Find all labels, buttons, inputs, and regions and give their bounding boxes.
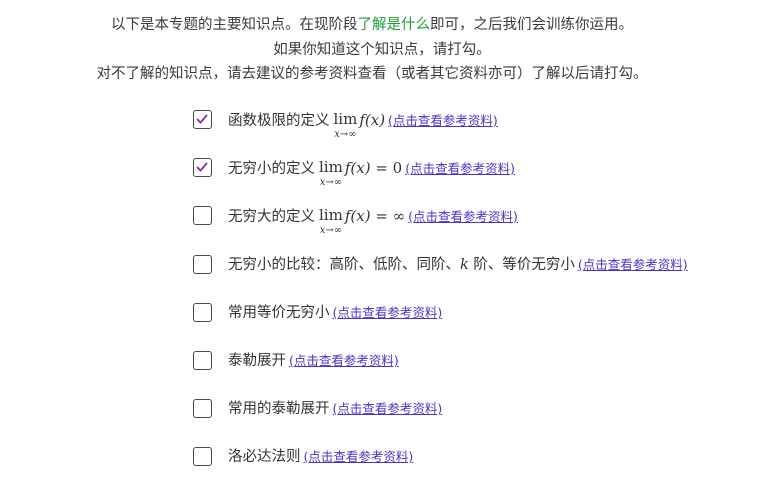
checkbox-taylor-expansion[interactable]: [193, 351, 212, 370]
intro-line-2: 如果你知道这个知识点，请打勾。: [273, 41, 491, 58]
intro-line-1-after: 即可，之后我们会训练你运用。: [430, 17, 633, 33]
checkbox-common-taylor-expansion[interactable]: [193, 399, 212, 418]
intro-line-1-before: 以下是本专题的主要知识点。在现阶段: [111, 17, 358, 33]
intro-line-3: 对不了解的知识点，请去建议的参考资料查看（或者其它资料亦可）了解以后请打勾。: [96, 66, 648, 82]
lim-subscript: x→∞: [334, 129, 357, 140]
reference-link[interactable]: (点击查看参考资料): [578, 257, 688, 272]
item-label-k: k: [460, 257, 469, 273]
checkbox-lhopital-rule[interactable]: [193, 447, 212, 466]
item-label: 函数极限的定义: [228, 113, 330, 129]
intro-text: 以下是本专题的主要知识点。在现阶段了解是什么即可，之后我们会训练你运用。 如果你…: [0, 13, 764, 87]
intro-line-1: 以下是本专题的主要知识点。在现阶段了解是什么即可，之后我们会训练你运用。: [0, 13, 764, 38]
lim-subscript: x→∞: [319, 225, 343, 236]
reference-link[interactable]: (点击查看参考资料): [289, 353, 399, 368]
checkbox-infinitesimal-definition[interactable]: [193, 158, 212, 177]
lim-word: lim: [319, 206, 343, 224]
checkmark-icon: [196, 162, 208, 172]
item-label: 无穷小的定义: [228, 161, 315, 177]
math-limit: lim x→∞: [319, 204, 343, 236]
math-limit: lim x→∞: [334, 108, 358, 140]
math-limit: lim x→∞: [319, 156, 343, 188]
checkbox-limit-definition[interactable]: [193, 110, 212, 129]
reference-link[interactable]: (点击查看参考资料): [405, 161, 515, 176]
item-label: 常用等价无穷小: [228, 305, 330, 321]
lim-word: lim: [319, 158, 343, 176]
math-function: f(x): [344, 207, 371, 225]
reference-link[interactable]: (点击查看参考资料): [408, 209, 518, 224]
reference-link[interactable]: (点击查看参考资料): [333, 401, 443, 416]
math-rest: = 0: [370, 159, 403, 177]
checkbox-infinitesimal-comparison[interactable]: [193, 255, 212, 274]
item-label: 常用的泰勒展开: [228, 401, 330, 417]
lim-subscript: x→∞: [319, 177, 343, 188]
checkbox-infinity-definition[interactable]: [193, 206, 212, 225]
intro-highlight: 了解是什么: [357, 17, 431, 33]
reference-link[interactable]: (点击查看参考资料): [304, 449, 414, 464]
math-rest: = ∞: [370, 207, 406, 225]
math-function: f(x): [344, 159, 371, 177]
math-function: f(x): [359, 111, 386, 129]
lim-word: lim: [333, 110, 358, 128]
item-label-after: 阶、等价无穷小: [468, 257, 575, 273]
item-label: 泰勒展开: [228, 353, 286, 369]
checkmark-icon: [196, 114, 208, 124]
reference-link[interactable]: (点击查看参考资料): [333, 305, 443, 320]
reference-link[interactable]: (点击查看参考资料): [388, 113, 498, 128]
item-label: 无穷大的定义: [228, 209, 315, 225]
item-label-before: 无穷小的比较：高阶、低阶、同阶、: [228, 257, 460, 273]
item-label: 洛必达法则: [228, 449, 301, 465]
checkbox-common-equivalent-infinitesimals[interactable]: [193, 303, 212, 322]
